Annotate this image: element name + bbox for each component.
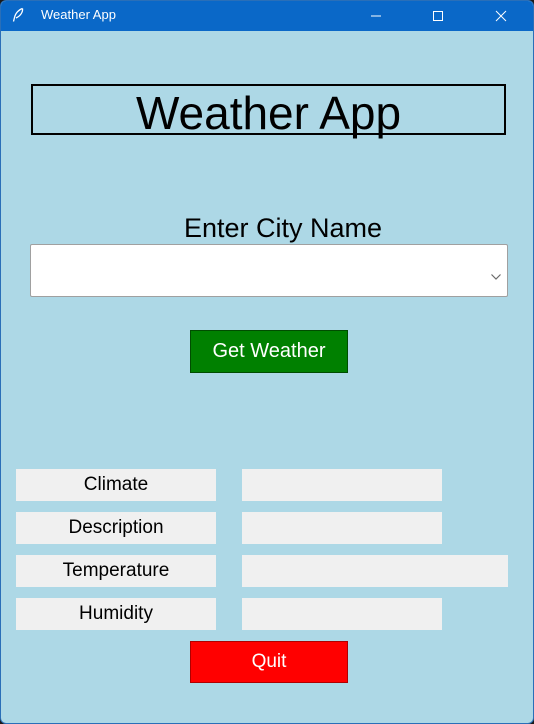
humidity-value-field (242, 598, 442, 630)
climate-label: Climate (16, 469, 216, 501)
get-weather-button[interactable]: Get Weather (190, 330, 348, 373)
app-heading-box: Weather App (31, 84, 506, 139)
city-input[interactable] (31, 245, 471, 296)
app-heading: Weather App (135, 86, 402, 139)
feather-icon (10, 7, 26, 23)
window-title: Weather App (41, 7, 116, 22)
weather-app-window: Weather App Weather App Enter City Name … (0, 0, 534, 724)
close-button[interactable] (478, 1, 524, 31)
title-bar[interactable]: Weather App (1, 1, 533, 31)
minimize-icon (370, 10, 382, 22)
description-label: Description (16, 512, 216, 544)
city-combobox[interactable] (30, 244, 508, 297)
climate-value-field (242, 469, 442, 501)
quit-button[interactable]: Quit (190, 641, 348, 683)
temperature-value-field (242, 555, 508, 587)
humidity-label: Humidity (16, 598, 216, 630)
city-name-label: Enter City Name (183, 213, 383, 243)
description-value-field (242, 512, 442, 544)
chevron-down-icon[interactable] (490, 268, 502, 280)
maximize-button[interactable] (415, 1, 461, 31)
temperature-label: Temperature (16, 555, 216, 587)
maximize-icon (432, 10, 444, 22)
close-icon (495, 10, 507, 22)
minimize-button[interactable] (353, 1, 399, 31)
